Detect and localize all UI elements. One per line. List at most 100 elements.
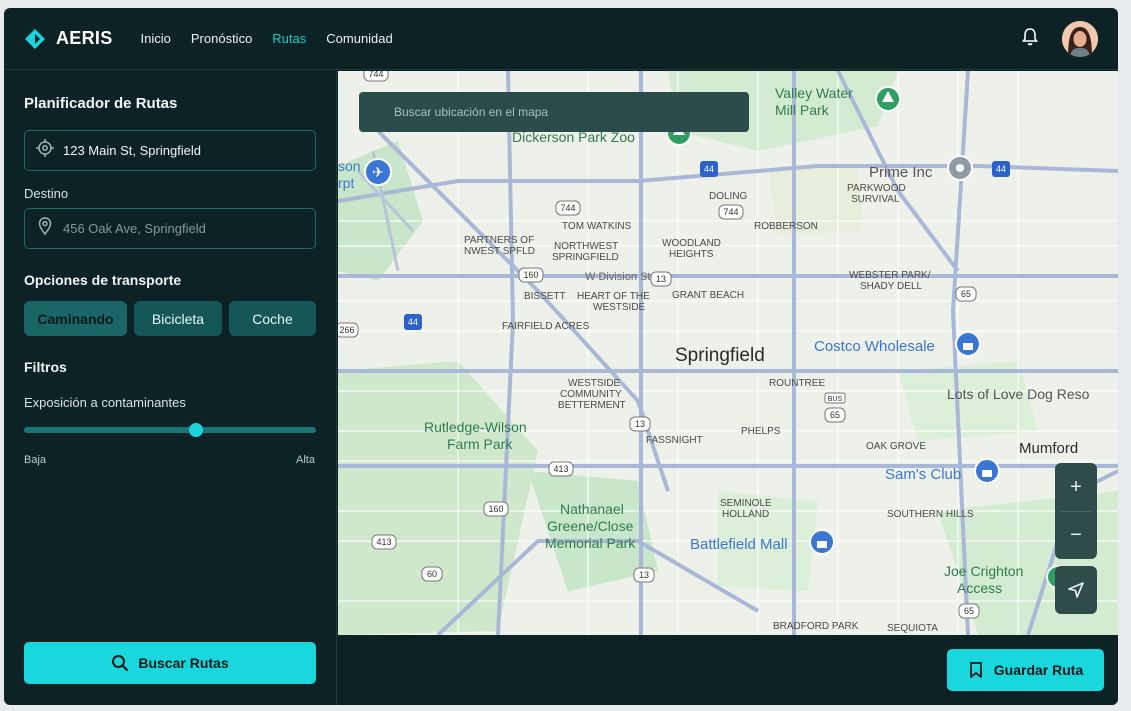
panel-title: Planificador de Rutas: [24, 95, 178, 112]
nav-pronostico[interactable]: Pronóstico: [191, 31, 252, 46]
transport-bicycle-button[interactable]: Bicicleta: [134, 301, 222, 336]
map-label-southern-hills: SOUTHERN HILLS: [887, 509, 974, 520]
main-nav: Inicio Pronóstico Rutas Comunidad: [141, 31, 413, 46]
map-label-division: W Division St: [585, 271, 650, 283]
svg-text:160: 160: [488, 504, 503, 514]
route-shield: 266: [338, 322, 359, 338]
brand-name: AERIS: [56, 28, 113, 48]
origin-input[interactable]: [63, 143, 303, 158]
nav-comunidad[interactable]: Comunidad: [326, 31, 393, 46]
route-shield: 13: [633, 567, 655, 583]
route-shield: 744: [555, 200, 581, 216]
svg-text:13: 13: [639, 570, 649, 580]
navigation-arrow-icon: [1067, 581, 1085, 599]
zoom-in-button[interactable]: +: [1055, 463, 1097, 511]
svg-text:266: 266: [339, 325, 354, 335]
destination-field[interactable]: [24, 208, 316, 249]
map-action-bar: Guardar Ruta: [338, 635, 1118, 705]
filters-title: Filtros: [24, 359, 67, 375]
bus-route-shield: BUS: [824, 392, 846, 404]
map-label-costco: Costco Wholesale: [814, 338, 935, 355]
avatar[interactable]: [1062, 21, 1098, 57]
slider-max-label: Alta: [296, 454, 315, 466]
zoom-out-button[interactable]: −: [1055, 511, 1097, 559]
destination-input[interactable]: [63, 221, 303, 236]
nav-rutas[interactable]: Rutas: [272, 31, 306, 46]
route-planner-panel: Planificador de Rutas Destino: [4, 71, 337, 705]
map-label-fairfield: FAIRFIELD ACRES: [502, 321, 590, 332]
search-routes-label: Buscar Rutas: [138, 655, 229, 671]
map-label-webster: WEBSTER PARK/SHADY DELL: [849, 270, 931, 292]
route-shield: 13: [650, 271, 672, 287]
svg-text:BUS: BUS: [828, 396, 843, 403]
shopping-icon: [974, 458, 1000, 484]
svg-text:413: 413: [376, 537, 391, 547]
map-label-springfield: Springfield: [675, 345, 765, 366]
search-icon: [111, 654, 129, 672]
route-shield: 65: [955, 286, 977, 302]
svg-text:60: 60: [427, 569, 437, 579]
svg-text:13: 13: [656, 274, 666, 284]
svg-text:13: 13: [635, 419, 645, 429]
shopping-icon: [809, 529, 835, 555]
place-pin-icon: [947, 155, 973, 181]
nav-inicio[interactable]: Inicio: [141, 31, 171, 46]
map-label-lots-of-love: Lots of Love Dog Reso: [947, 386, 1090, 402]
save-route-label: Guardar Ruta: [993, 662, 1084, 678]
svg-text:413: 413: [553, 464, 568, 474]
map-label-mumford: Mumford: [1019, 440, 1078, 457]
locate-me-button[interactable]: [1055, 566, 1097, 614]
transport-walking-button[interactable]: Caminando: [24, 301, 127, 336]
route-shield: 60: [421, 566, 443, 582]
svg-text:44: 44: [704, 164, 714, 174]
transport-title: Opciones de transporte: [24, 272, 182, 288]
map-pin-icon: [35, 216, 55, 241]
brand[interactable]: AERIS: [24, 28, 113, 50]
route-shield: 160: [518, 267, 544, 283]
park-icon: [875, 86, 901, 112]
svg-text:65: 65: [830, 410, 840, 420]
map-canvas[interactable]: Springfield Valley Water Mill Park Dicker…: [338, 71, 1118, 635]
map-label-tom-watkins: TOM WATKINS: [562, 221, 632, 232]
svg-text:65: 65: [961, 289, 971, 299]
bell-icon[interactable]: [1020, 26, 1040, 48]
interstate-shield: 44: [404, 314, 422, 330]
map-view[interactable]: Springfield Valley Water Mill Park Dicker…: [338, 71, 1118, 635]
slider-handle[interactable]: [189, 423, 204, 437]
shopping-icon: [955, 331, 981, 357]
route-shield: 744: [718, 204, 744, 220]
destination-label: Destino: [24, 186, 69, 201]
route-shield: 744: [363, 71, 389, 82]
map-label-fassnight: FASSNIGHT: [646, 435, 703, 446]
save-route-button[interactable]: Guardar Ruta: [947, 649, 1104, 691]
svg-text:65: 65: [964, 606, 974, 616]
pollutant-slider[interactable]: [24, 423, 316, 437]
map-label-phelps: PHELPS: [741, 426, 781, 437]
map-label-oak-grove: OAK GROVE: [866, 441, 926, 452]
map-label-westside: WESTSIDE COMMUNITY BETTERMENT: [558, 378, 626, 411]
interstate-shield: 44: [700, 161, 718, 177]
map-label-battlefield: Battlefield Mall: [690, 536, 788, 553]
map-label-parkwood: PARKWOOD SURVIVAL: [847, 183, 906, 205]
origin-field[interactable]: [24, 130, 316, 171]
svg-text:160: 160: [523, 270, 538, 280]
map-label-grant-beach: GRANT BEACH: [672, 290, 744, 301]
route-shield: 65: [824, 407, 846, 423]
transport-car-button[interactable]: Coche: [229, 301, 316, 336]
top-nav-bar: AERIS Inicio Pronóstico Rutas Comunidad: [4, 8, 1118, 70]
slider-min-label: Baja: [24, 454, 47, 466]
app-window: AERIS Inicio Pronóstico Rutas Comunidad …: [4, 8, 1118, 705]
svg-text:744: 744: [723, 207, 738, 217]
svg-text:✈: ✈: [372, 164, 384, 180]
map-label-northwest: NORTHWEST SPRINGFIELD: [552, 241, 619, 263]
search-routes-button[interactable]: Buscar Rutas: [24, 642, 316, 684]
map-label-bradford: BRADFORD PARK: [773, 621, 859, 632]
route-shield: 160: [483, 501, 509, 517]
map-label-seminole: SEMINOLE HOLLAND: [720, 498, 772, 520]
map-label-robberson: ROBBERSON: [754, 221, 818, 232]
map-search-input[interactable]: [394, 105, 734, 119]
logo-icon: [24, 28, 46, 50]
map-label-bissett: BISSETT: [524, 291, 566, 302]
map-search-bar[interactable]: [359, 92, 749, 132]
airport-icon: ✈: [364, 158, 392, 186]
